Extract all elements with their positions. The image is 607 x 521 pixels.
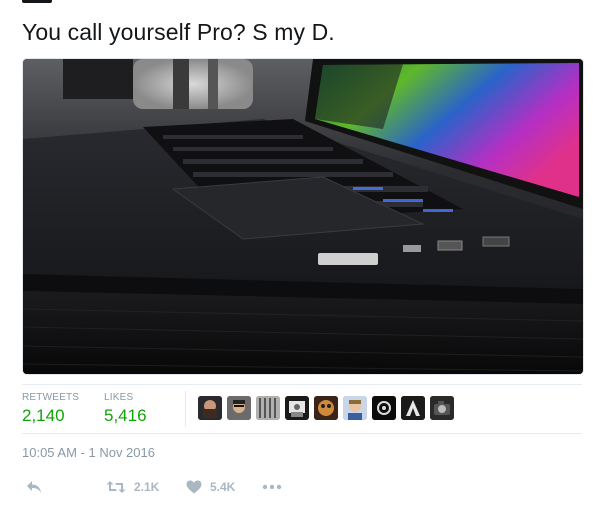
previous-element-stub — [22, 0, 52, 3]
like-button[interactable]: 5.4K — [186, 478, 235, 496]
tweet-media-image[interactable] — [22, 58, 584, 375]
avatar[interactable] — [198, 396, 222, 420]
more-button[interactable] — [262, 478, 282, 496]
stats-divider — [185, 391, 186, 427]
tweet-actions: 2.1K 5.4K — [22, 478, 422, 498]
avatar[interactable] — [314, 396, 338, 420]
avatar[interactable] — [227, 396, 251, 420]
retweet-icon — [106, 481, 126, 493]
retweet-button[interactable]: 2.1K — [106, 478, 159, 496]
avatar[interactable] — [256, 396, 280, 420]
laptop-photo — [23, 59, 583, 374]
retweet-count: 2.1K — [134, 480, 160, 494]
retweets-stat[interactable]: RETWEETS 2,140 — [22, 392, 79, 426]
tweet-text: You call yourself Pro? S my D. — [22, 19, 335, 45]
likes-stat[interactable]: LIKES 5,416 — [104, 392, 147, 426]
tweet-timestamp[interactable]: 10:05 AM - 1 Nov 2016 — [22, 445, 155, 460]
likes-count: 5,416 — [104, 406, 147, 425]
more-dots-icon — [262, 484, 282, 490]
avatar[interactable] — [401, 396, 425, 420]
likes-label: LIKES — [104, 392, 134, 403]
like-count: 5.4K — [210, 480, 236, 494]
avatar[interactable] — [430, 396, 454, 420]
retweets-label: RETWEETS — [22, 392, 80, 403]
avatar[interactable] — [372, 396, 396, 420]
retweets-count: 2,140 — [22, 406, 65, 425]
heart-icon — [186, 480, 202, 494]
reply-button[interactable] — [26, 478, 42, 496]
tweet-stats: RETWEETS 2,140 LIKES 5,416 — [22, 384, 582, 434]
avatar[interactable] — [343, 396, 367, 420]
avatar[interactable] — [285, 396, 309, 420]
reply-icon — [27, 481, 41, 493]
